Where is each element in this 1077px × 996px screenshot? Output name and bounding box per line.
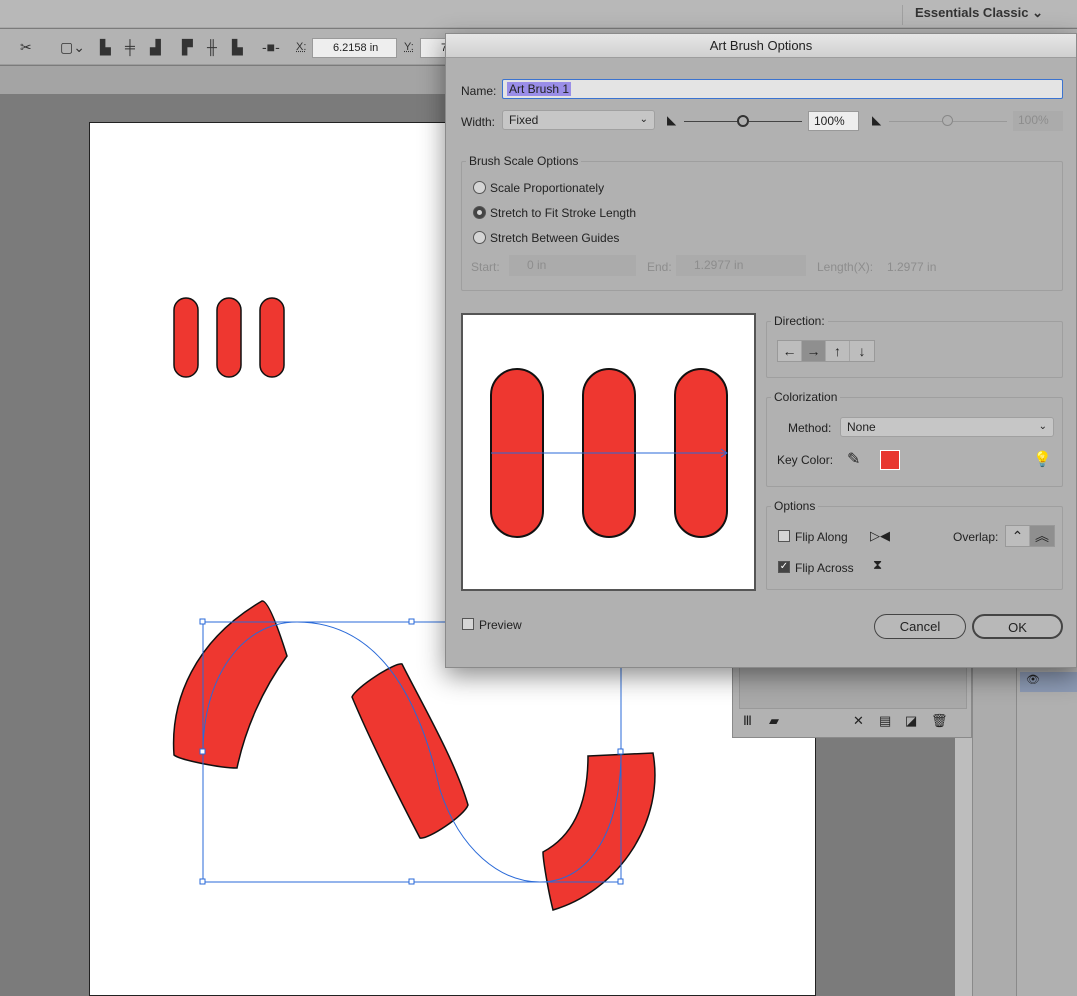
direction-up-button[interactable]: ↑ [826,341,850,361]
width-percent-field[interactable]: 100% [808,111,859,131]
chevron-down-icon: ⌄ [1038,421,1047,432]
name-label: Name: [461,84,497,98]
width-value: Fixed [509,113,539,127]
width-percent-field-2: 100% [1013,111,1063,131]
brush-preview [461,313,756,591]
layers-panel [1016,660,1077,996]
width-slider-2-thumb [942,115,953,126]
method-label: Method: [788,421,832,435]
trash-icon[interactable]: 🗑 [931,713,948,729]
options-group: Options Flip Along ▷◀ ✓ Flip Across ⧗ Ov… [766,499,1063,590]
end-label: End: [647,260,672,274]
tips-lightbulb-icon[interactable]: 💡 [1033,450,1052,468]
eye-icon[interactable]: 👁 [1026,674,1040,686]
flip-across-checkbox[interactable]: ✓ [778,561,790,573]
width-select[interactable]: Fixed ⌄ [502,110,655,130]
method-value: None [847,420,876,434]
name-input[interactable]: Art Brush 1 [502,79,1063,99]
brush-segment-3 [542,752,656,911]
key-color-swatch[interactable] [880,450,900,470]
options-icon[interactable]: ▤ [879,713,891,729]
direction-left-button[interactable]: ← [778,341,802,361]
brush-scale-options-group: Brush Scale Options Scale Proportionatel… [461,154,1063,291]
source-pill-2 [216,297,242,378]
width-max-icon: ◣ [872,113,882,127]
group-title: Brush Scale Options [466,154,582,168]
group-title: Colorization [771,390,841,404]
end-field: 1.2977 in [676,255,806,276]
flip-along-icon: ▷◀ [870,528,890,543]
cancel-button[interactable]: Cancel [874,614,966,639]
radio-label: Scale Proportionately [490,181,605,195]
brush-preview-art [490,368,728,538]
brush-library-icon[interactable]: Ⅲ [743,713,752,729]
layer-row[interactable]: 👁 [1020,672,1077,692]
colorization-group: Colorization Method: None ⌄ Key Color: ✎ … [766,390,1063,487]
source-pill-1 [173,297,199,378]
direction-down-button[interactable]: ↓ [850,341,874,361]
overlap-adjust-icon[interactable]: ⌃ [1006,526,1030,546]
chevron-down-icon: ⌄ [639,114,648,125]
brushes-panel: Ⅲ ▰ ✕ ▤ ◪ 🗑 [732,660,972,738]
radio-label: Stretch Between Guides [490,231,620,245]
source-pill-3 [259,297,285,378]
direction-buttons: ← → ↑ ↓ [777,340,875,362]
width-slider-thumb[interactable] [737,115,749,127]
start-field: 0 in [509,255,636,276]
key-color-label: Key Color: [777,453,834,467]
brush-list[interactable] [739,667,967,709]
brush-segment-2 [351,663,469,839]
name-value: Art Brush 1 [507,82,572,96]
group-title: Direction: [771,314,828,328]
cc-library-icon[interactable]: ▰ [769,713,779,729]
panel-dock [972,660,1016,996]
method-select[interactable]: None ⌄ [840,417,1054,437]
width-label: Width: [461,115,496,129]
flip-along-checkbox[interactable] [778,530,790,542]
eyedropper-icon[interactable]: ✎ [847,449,860,469]
radio-scale-proportionately[interactable] [473,181,486,194]
flip-across-icon: ⧗ [873,557,883,572]
brush-segment-1 [172,600,288,769]
flip-along-label: Flip Along [795,530,848,544]
overlap-buttons: ⌃ ︽ [1005,525,1055,547]
preview-label: Preview [479,618,522,632]
overlap-none-icon[interactable]: ︽ [1030,526,1054,546]
direction-group: Direction: ← → ↑ ↓ [766,314,1063,378]
direction-right-button[interactable]: → [802,341,826,361]
length-label: Length(X): [817,260,874,274]
preview-checkbox[interactable] [462,618,474,630]
ok-button[interactable]: OK [972,614,1063,639]
radio-stretch-to-fit[interactable] [473,206,486,219]
new-brush-icon[interactable]: ◪ [905,713,917,729]
radio-stretch-between-guides[interactable] [473,231,486,244]
radio-label: Stretch to Fit Stroke Length [490,206,637,220]
length-value: 1.2977 in [887,260,937,274]
flip-across-label: Flip Across [795,561,854,575]
start-label: Start: [471,260,500,274]
overlap-label: Overlap: [953,530,999,544]
width-min-icon: ◣ [667,113,677,127]
dialog-title: Art Brush Options [446,34,1076,58]
remove-stroke-icon[interactable]: ✕ [853,713,864,729]
group-title: Options [771,499,819,513]
art-brush-options-dialog: Art Brush Options Name: Art Brush 1 Widt… [445,33,1077,668]
